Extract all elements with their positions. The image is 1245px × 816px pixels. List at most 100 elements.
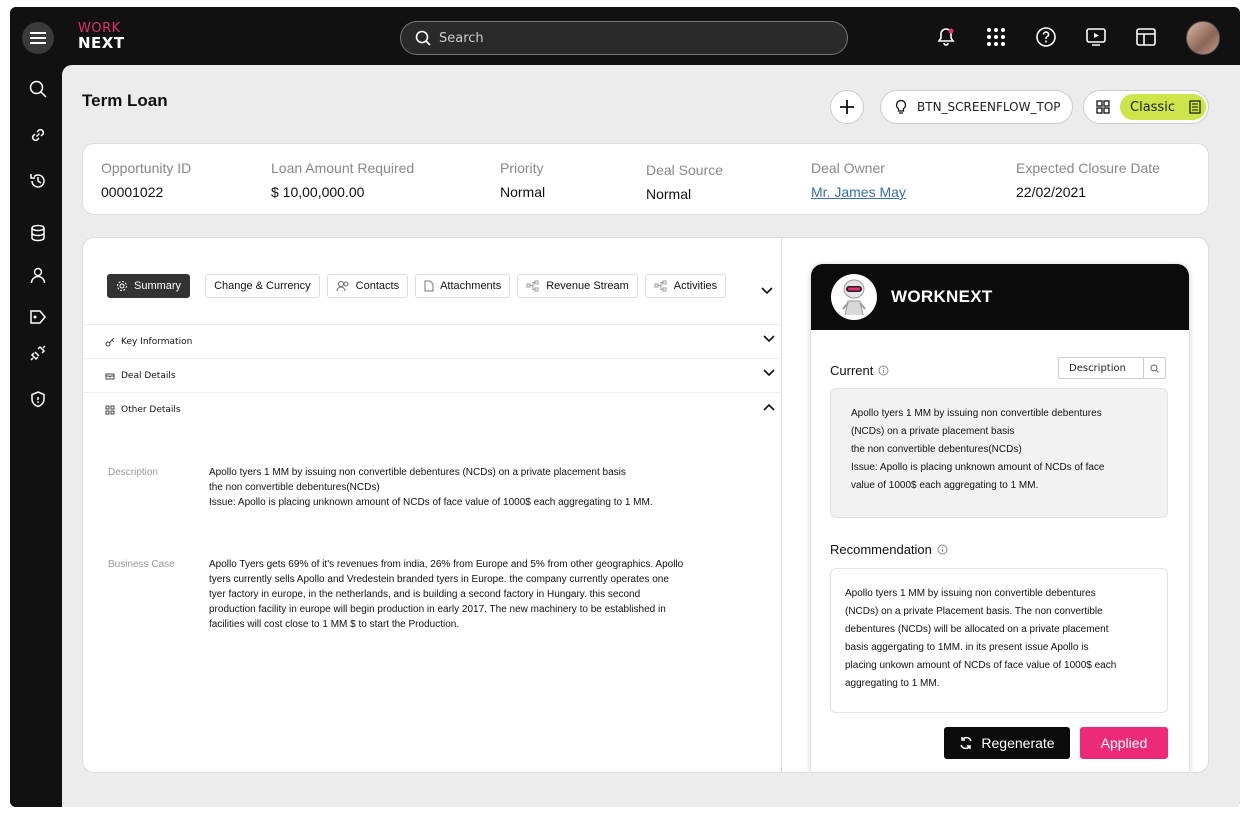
field-opportunity-id: Opportunity ID 00001022 bbox=[101, 160, 191, 200]
sidebar-item-search[interactable] bbox=[26, 77, 50, 101]
search-icon bbox=[415, 30, 431, 46]
robot-avatar bbox=[831, 274, 877, 320]
apps-grid-button[interactable] bbox=[984, 25, 1008, 49]
sidebar-item-database[interactable] bbox=[26, 221, 50, 245]
contacts-icon bbox=[336, 281, 349, 292]
regenerate-label: Regenerate bbox=[981, 735, 1055, 751]
database-icon bbox=[31, 224, 45, 242]
shield-icon bbox=[31, 391, 45, 408]
tab-attachments[interactable]: Attachments bbox=[415, 274, 511, 298]
view-toggle[interactable]: Classic bbox=[1083, 90, 1209, 124]
field-priority: Priority Normal bbox=[500, 160, 545, 200]
recommendation-line: debentures (NCDs) will be allocated on a… bbox=[845, 624, 1109, 635]
recommendation-line: aggregating to 1 MM. bbox=[845, 678, 940, 689]
applied-button[interactable]: Applied bbox=[1080, 727, 1168, 759]
current-label: Current bbox=[830, 363, 874, 378]
deal-owner-link[interactable]: Mr. James May bbox=[811, 184, 906, 200]
tab-label: Revenue Stream bbox=[546, 280, 629, 292]
tab-label: Summary bbox=[134, 280, 182, 292]
recommendation-text-box[interactable]: Apollo tyers 1 MM by issuing non convert… bbox=[830, 568, 1168, 713]
hamburger-menu-button[interactable] bbox=[22, 22, 54, 54]
search-icon bbox=[29, 80, 47, 98]
field-label: Deal Source bbox=[646, 162, 724, 178]
current-line: Apollo tyers 1 MM by issuing non convert… bbox=[851, 408, 1102, 419]
sidebar-item-tags[interactable] bbox=[26, 305, 50, 329]
help-icon bbox=[1036, 27, 1056, 47]
business-case-line: facilities will cost close to 1 MM $ to … bbox=[209, 619, 460, 630]
tab-label: Attachments bbox=[440, 280, 502, 292]
key-icon bbox=[105, 337, 115, 346]
section-deal-details[interactable]: Deal Details bbox=[83, 358, 781, 392]
tab-revenue-stream[interactable]: Revenue Stream bbox=[517, 274, 638, 298]
layout-icon bbox=[1136, 28, 1156, 46]
page-title: Term Loan bbox=[82, 91, 168, 110]
recommendation-line: (NCDs) on a private Placement basis. The… bbox=[845, 606, 1103, 617]
section-key-information[interactable]: Key Information bbox=[83, 324, 781, 358]
sidebar-item-user[interactable] bbox=[26, 263, 50, 287]
info-icon[interactable] bbox=[937, 544, 948, 555]
description-label: Description bbox=[108, 467, 159, 478]
field-value: Normal bbox=[646, 186, 692, 202]
layout-button[interactable] bbox=[1134, 25, 1158, 49]
tab-change-currency[interactable]: Change & Currency bbox=[205, 274, 320, 298]
current-text-box: Apollo tyers 1 MM by issuing non convert… bbox=[830, 388, 1168, 518]
applied-label: Applied bbox=[1100, 735, 1148, 751]
search-input[interactable] bbox=[439, 30, 819, 46]
user-icon bbox=[30, 267, 46, 284]
menu-icon bbox=[30, 32, 46, 44]
chevron-down-icon bbox=[763, 369, 775, 377]
video-tutorial-button[interactable] bbox=[1084, 25, 1108, 49]
search-icon[interactable] bbox=[1143, 358, 1165, 378]
ai-panel-title: WORKNEXT bbox=[891, 287, 993, 306]
tab-contacts[interactable]: Contacts bbox=[326, 274, 409, 298]
tab-label: Activities bbox=[673, 280, 718, 292]
grid-icon bbox=[105, 405, 115, 414]
ai-assistant-panel: WORKNEXT Current Description Apollo tyer… bbox=[811, 264, 1189, 772]
main-content: Term Loan BTN_SCREENFLOW_TOP Classic Opp… bbox=[62, 65, 1240, 807]
worknext-logo: WORK NEXT bbox=[78, 22, 125, 51]
recommendation-heading: Recommendation bbox=[830, 542, 948, 557]
current-line: value of 1000$ each aggregating to 1 MM. bbox=[851, 480, 1039, 491]
tab-summary[interactable]: Summary bbox=[107, 274, 191, 298]
top-bar: WORK NEXT bbox=[10, 7, 1240, 65]
field-label: Opportunity ID bbox=[101, 160, 192, 176]
help-button[interactable] bbox=[1034, 25, 1058, 49]
app-window: WORK NEXT Search Term Loan BTN_SCREENFLO… bbox=[10, 7, 1240, 807]
plug-icon bbox=[30, 345, 46, 361]
search-bar[interactable] bbox=[400, 21, 848, 55]
classic-view-button[interactable]: Classic bbox=[1120, 94, 1206, 120]
grid-icon bbox=[987, 28, 1005, 46]
notification-button[interactable] bbox=[934, 25, 958, 49]
description-line: the non convertible debentures(NCDs) bbox=[209, 482, 380, 493]
current-heading: Current bbox=[830, 363, 889, 378]
current-line: the non convertible debentures(NCDs) bbox=[851, 444, 1022, 455]
description-select[interactable]: Description bbox=[1058, 357, 1166, 379]
sidebar-item-links[interactable] bbox=[26, 123, 50, 147]
sidebar-item-history[interactable] bbox=[26, 169, 50, 193]
add-button[interactable] bbox=[830, 90, 864, 124]
handshake-icon bbox=[105, 373, 115, 379]
dashboard-icon bbox=[1096, 100, 1110, 114]
info-icon[interactable] bbox=[878, 365, 889, 376]
field-label: Expected Closure Date bbox=[1016, 160, 1160, 176]
field-value: 00001022 bbox=[101, 184, 164, 200]
business-case-text: Apollo Tyers gets 69% of it's revenues f… bbox=[209, 557, 759, 632]
business-case-line: Apollo Tyers gets 69% of it's revenues f… bbox=[209, 559, 684, 570]
sidebar-item-integrations[interactable] bbox=[26, 341, 50, 365]
gear-icon bbox=[117, 281, 127, 291]
screenflow-button[interactable]: BTN_SCREENFLOW_TOP bbox=[880, 90, 1073, 124]
field-expected-closure-date: Expected Closure Date 22/02/2021 bbox=[1016, 160, 1160, 200]
chevron-up-icon bbox=[763, 403, 775, 411]
section-other-details[interactable]: Other Details bbox=[83, 392, 781, 426]
business-case-line: tyers currently sells Apollo and Vredest… bbox=[209, 574, 669, 585]
regenerate-button[interactable]: Regenerate bbox=[944, 727, 1070, 759]
tab-activities[interactable]: Activities bbox=[644, 274, 727, 298]
sidebar-item-security[interactable] bbox=[26, 387, 50, 411]
user-avatar[interactable] bbox=[1186, 21, 1220, 55]
chevron-down-icon bbox=[763, 335, 775, 343]
play-screen-icon bbox=[1086, 28, 1106, 46]
screenflow-button-label: BTN_SCREENFLOW_TOP bbox=[917, 100, 1061, 114]
field-deal-source: Deal Source Normal bbox=[646, 162, 723, 202]
tabs-more-button[interactable] bbox=[761, 280, 773, 299]
tab-label: Change & Currency bbox=[214, 280, 311, 292]
